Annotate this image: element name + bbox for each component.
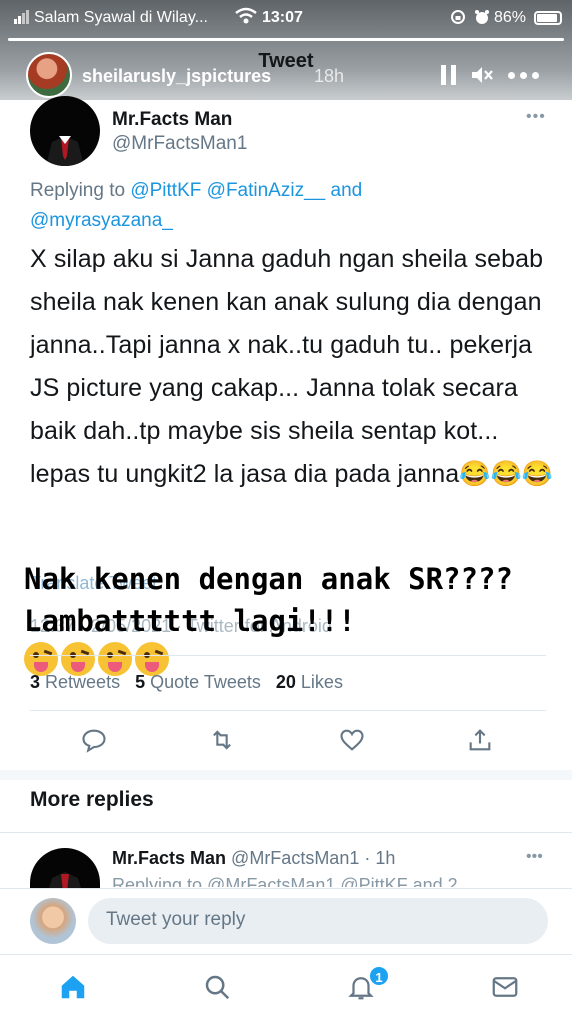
status-bar: Salam Syawal di Wilay... 13:07 86% xyxy=(0,0,572,36)
signal-icon xyxy=(14,10,30,29)
divider xyxy=(30,655,546,656)
story-progress-fill xyxy=(8,38,564,41)
author-name[interactable]: Mr.Facts Man xyxy=(112,109,232,131)
zany-face-emoji xyxy=(61,642,95,676)
reply-replying-to: Replying to @MrFactsMan1 @PittKF and 2 xyxy=(112,875,458,887)
mute-icon[interactable] xyxy=(470,63,494,87)
reply-author-name[interactable]: Mr.Facts Man xyxy=(112,848,226,868)
likes-label[interactable]: Likes xyxy=(301,672,343,692)
story-avatar[interactable] xyxy=(26,52,72,98)
battery-percent: 86% xyxy=(494,9,527,26)
tweet-stats: 3 Retweets 5 Quote Tweets 20 Likes xyxy=(30,672,343,693)
retweets-label[interactable]: Retweets xyxy=(45,672,120,692)
alarm-icon xyxy=(474,9,490,30)
author-avatar[interactable] xyxy=(30,96,100,166)
like-icon[interactable] xyxy=(338,726,366,754)
mention-link[interactable]: @PittKF xyxy=(130,180,201,201)
more-options-icon[interactable] xyxy=(508,72,540,80)
mention-joiner: and xyxy=(325,180,363,201)
mention-link[interactable]: @FatinAziz__ xyxy=(207,180,326,201)
reply-more-icon[interactable]: ••• xyxy=(526,848,543,866)
reply-input[interactable]: Tweet your reply xyxy=(88,898,548,944)
notification-badge: 1 xyxy=(368,965,390,987)
share-icon[interactable] xyxy=(466,726,494,754)
author-handle[interactable]: @MrFactsMan1 xyxy=(112,133,247,155)
current-user-avatar[interactable] xyxy=(30,898,76,944)
quotes-label[interactable]: Quote Tweets xyxy=(150,672,261,692)
retweet-icon[interactable] xyxy=(208,726,236,754)
story-username[interactable]: sheilarusly_jspictures xyxy=(82,66,271,87)
zany-face-emoji xyxy=(98,642,132,676)
reply-icon[interactable] xyxy=(80,726,108,754)
tweet-more-icon[interactable]: ••• xyxy=(526,108,546,126)
replying-to: Replying to @PittKF @FatinAziz__ and @my… xyxy=(30,176,550,236)
zany-face-emoji xyxy=(24,642,58,676)
story-caption: Nak kenen dengan anak SR???? Lambatttttt… xyxy=(24,562,513,638)
carrier-name: Salam Syawal di Wilay... xyxy=(34,9,208,26)
replying-prefix: Replying to xyxy=(30,180,131,201)
quotes-count: 5 xyxy=(135,672,146,692)
reply-meta: @MrFactsMan1 · 1h xyxy=(231,848,396,868)
messages-icon[interactable] xyxy=(490,972,520,1002)
wifi-icon xyxy=(234,6,258,31)
battery-icon xyxy=(534,11,562,25)
retweets-count: 3 xyxy=(30,672,41,692)
divider xyxy=(30,710,546,711)
story-progress-bar xyxy=(8,38,564,41)
section-separator xyxy=(0,770,572,780)
search-icon[interactable] xyxy=(202,972,232,1002)
tweet-text: X silap aku si Janna gaduh ngan sheila s… xyxy=(30,245,553,488)
zany-face-emoji xyxy=(135,642,169,676)
divider xyxy=(0,832,572,833)
rotation-lock-icon xyxy=(450,9,466,30)
home-icon[interactable] xyxy=(58,972,88,1002)
story-age: 18h xyxy=(314,66,345,86)
more-replies-heading: More replies xyxy=(30,788,154,811)
likes-count: 20 xyxy=(275,672,296,692)
status-time: 13:07 xyxy=(262,9,303,26)
pause-icon[interactable] xyxy=(441,65,457,85)
mention-link[interactable]: @myrasyazana_ xyxy=(30,210,173,231)
reply-author[interactable]: Mr.Facts Man @MrFactsMan1 · 1h xyxy=(112,848,395,869)
